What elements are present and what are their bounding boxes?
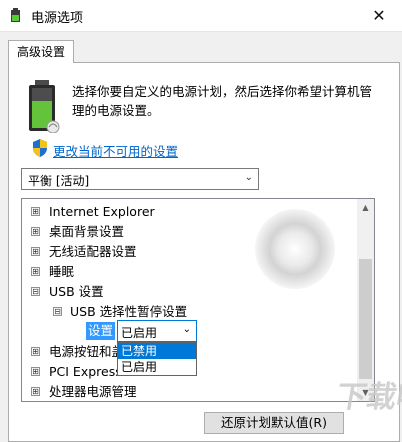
uac-shield-icon — [33, 139, 47, 157]
usb-suspend-setting-select[interactable]: 已启用 ⌄ — [117, 320, 197, 342]
power-plan-select[interactable]: 平衡 [活动] ⌄ — [21, 168, 259, 190]
setting-dropdown-list[interactable]: 已禁用 已启用 — [117, 342, 197, 376]
vertical-scrollbar[interactable]: ▲ ▼ — [357, 199, 374, 401]
expand-icon[interactable]: ⊞ — [31, 207, 40, 216]
expand-icon[interactable]: ⊞ — [31, 347, 40, 356]
collapse-icon[interactable]: ⊟ — [53, 307, 62, 316]
watermark: 下载吧 — [333, 380, 402, 415]
restore-defaults-button[interactable]: 还原计划默认值(R) — [204, 412, 344, 434]
close-button[interactable]: ✕ — [356, 0, 402, 31]
option-disabled[interactable]: 已禁用 — [118, 343, 196, 359]
change-unavailable-settings-link[interactable]: 更改当前不可用的设置 — [53, 141, 178, 160]
expand-icon[interactable]: ⊞ — [31, 387, 40, 396]
expand-icon[interactable]: ⊞ — [31, 247, 40, 256]
chevron-down-icon: ⌄ — [244, 172, 253, 183]
window-title: 电源选项 — [31, 11, 84, 26]
tab-advanced-settings[interactable]: 高级设置 — [8, 40, 74, 63]
scroll-thumb[interactable] — [359, 259, 372, 379]
chevron-down-icon: ⌄ — [182, 324, 191, 335]
expand-icon[interactable]: ⊞ — [31, 227, 40, 236]
collapse-icon[interactable]: ⊟ — [31, 287, 40, 296]
title-bar: 电源选项 ✕ — [0, 0, 402, 32]
expand-icon[interactable]: ⊞ — [31, 367, 40, 376]
setting-label: 设置 — [86, 322, 116, 340]
loading-swirl-graphic — [255, 209, 335, 289]
intro-text: 选择你要自定义的电源计划，然后选择你希望计算机管理的电源设置。 — [72, 84, 373, 118]
power-options-icon — [11, 8, 20, 22]
expand-icon[interactable]: ⊞ — [31, 267, 40, 276]
setting-value: 已启用 — [121, 326, 158, 340]
battery-icon — [29, 80, 60, 133]
power-plan-value: 平衡 [活动] — [28, 174, 90, 188]
option-enabled[interactable]: 已启用 — [118, 359, 196, 375]
settings-tree[interactable]: ⊞ Internet Explorer ⊞ 桌面背景设置 ⊞ 无线适配器设置 ⊞… — [21, 198, 375, 402]
close-icon: ✕ — [372, 6, 386, 25]
scroll-up-icon[interactable]: ▲ — [357, 199, 374, 216]
